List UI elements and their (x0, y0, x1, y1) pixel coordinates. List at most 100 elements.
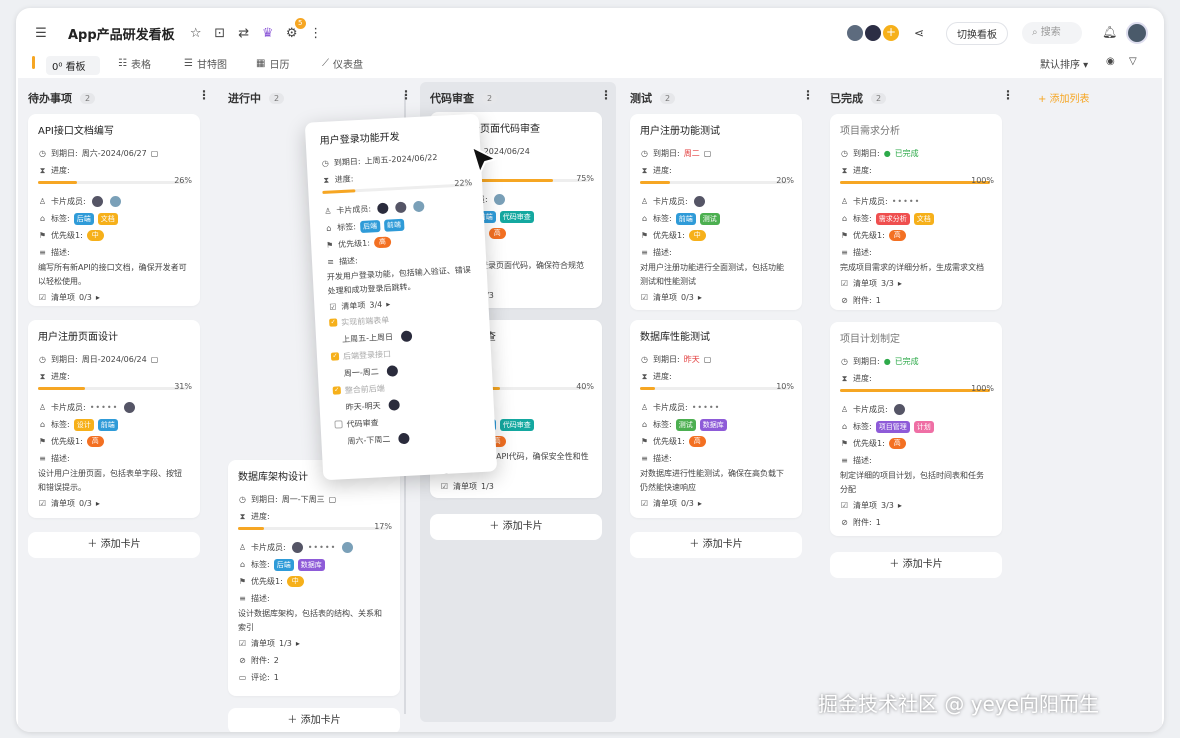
more-vertical-icon[interactable]: ⋮ (307, 24, 325, 42)
member-avatar[interactable] (393, 200, 408, 215)
tab-board[interactable]: 0⁰ 看板 (32, 56, 100, 75)
add-card-button[interactable]: ＋ 添加卡片 (28, 532, 200, 558)
task-card[interactable]: 用户注册功能测试 ◷ 到期日: 周二 ▢ ⧗ 进度: 20% ♙ 卡片成员: ⌂ 标签: 前端… (630, 114, 802, 310)
member-avatar[interactable] (492, 193, 506, 206)
progress-label: 进度: (853, 374, 872, 383)
member-icon: ♙ (840, 197, 849, 206)
column-menu-icon[interactable]: ⋮ (802, 88, 814, 102)
checklist-label: 清单项 (853, 279, 877, 288)
member-avatar[interactable] (123, 401, 137, 414)
progress-label: 进度: (853, 166, 872, 175)
lock-icon[interactable]: ⊡ (211, 24, 229, 42)
tag-badge: 数据库 (699, 418, 727, 431)
search-input[interactable]: ⌕ 搜索 (1022, 22, 1082, 44)
checkbox-checked-icon[interactable]: ✓ (330, 352, 340, 361)
column-menu-icon[interactable]: ⋮ (600, 88, 612, 102)
checkbox-empty-icon[interactable] (334, 420, 343, 429)
add-card-button[interactable]: ＋ 添加卡片 (630, 532, 802, 558)
clock-icon: ◷ (39, 355, 46, 364)
task-card[interactable]: 项目需求分析 ◷ 到期日: ● 已完成 ⧗ 进度: 100% ♙ 卡片成员: ••••• ⌂… (830, 114, 1002, 310)
column-header[interactable]: 待办事项 2 (28, 90, 96, 106)
member-avatar[interactable] (108, 195, 122, 208)
filter-adjust-icon[interactable]: ⇄ (235, 24, 253, 42)
checklist-item-time: 周六-下周二 (347, 434, 391, 446)
task-card[interactable]: 数据库性能测试 ◷ 到期日: 昨天 ▢ ⧗ 进度: 10% ♙ 卡片成员: ••••• ⌂ 标… (630, 320, 802, 518)
attach-count: 1 (875, 296, 881, 305)
member-avatar (385, 363, 400, 378)
column-count: 2 (482, 92, 498, 104)
column-count: 2 (660, 92, 676, 104)
hourglass-icon: ⧗ (841, 373, 848, 383)
task-card[interactable]: 数据库架构设计 ◷ 到期日: 周一-下周三 ▢ ⧗ 进度: 17% ♙ 卡片成员: ••••… (228, 460, 400, 696)
checklist-label: 清单项 (453, 482, 477, 491)
column-header[interactable]: 已完成 2 (830, 90, 887, 106)
bell-icon[interactable]: 🔔︎ (1102, 25, 1117, 39)
add-member-icon[interactable]: + (882, 24, 900, 42)
member-avatar[interactable] (692, 195, 706, 208)
tag-badge: 前端 (675, 212, 696, 225)
tab-gantt[interactable]: ☰ 甘特图 (184, 56, 227, 71)
checkbox-checked-icon[interactable]: ✓ (332, 386, 342, 395)
tag-badge: 文档 (913, 212, 934, 225)
add-card-button[interactable]: ＋ 添加卡片 (228, 708, 400, 732)
column-header[interactable]: 测试 2 (630, 90, 676, 106)
member-avatar[interactable] (411, 199, 426, 214)
column-header[interactable]: 进行中 2 (228, 90, 285, 106)
tag-badge: 设计 (73, 418, 94, 431)
tags-label: 标签: (653, 214, 672, 223)
checklist-count: 0/3 (79, 293, 92, 302)
menu-icon[interactable]: ☰ (32, 24, 50, 42)
attachment-icon: ⊘ (841, 518, 848, 527)
add-list-button[interactable]: + 添加列表 (1038, 90, 1090, 105)
check-circle-icon: ● (883, 149, 891, 158)
desc-label: 描述: (51, 454, 70, 463)
add-card-button[interactable]: ＋ 添加卡片 (430, 514, 602, 540)
column-menu-icon[interactable]: ⋮ (198, 88, 210, 102)
member-avatar[interactable] (341, 541, 355, 554)
column-title: 代码审查 (430, 92, 474, 105)
checklist-icon: ☑ (329, 302, 337, 312)
tab-table[interactable]: ☷ 表格 (118, 56, 151, 71)
desc-label: 描述: (853, 248, 872, 257)
card-description: 对数据库进行性能测试，确保在高负载下仍然能快速响应 (640, 469, 784, 492)
member-avatar[interactable] (892, 403, 906, 416)
member-avatar[interactable] (290, 541, 304, 554)
tab-label: 仪表盘 (333, 60, 363, 71)
checklist-count: 1/3 (481, 482, 494, 491)
sort-dropdown[interactable]: 默认排序 ▾ (1040, 56, 1088, 71)
member-icon: ♙ (640, 403, 649, 412)
column-menu-icon[interactable]: ⋮ (1002, 88, 1014, 102)
robot-icon[interactable]: ⚙ 5 (283, 18, 306, 42)
progress-percent: 40% (576, 382, 594, 391)
task-card[interactable]: 用户注册页面设计 ◷ 到期日: 周日-2024/06/24 ▢ ⧗ 进度: 31% ♙ 卡… (28, 320, 200, 518)
card-description: 编写所有新API的接口文档，确保开发者可以轻松使用。 (38, 263, 187, 286)
trophy-icon[interactable]: ♛ (259, 24, 277, 42)
switch-board-button[interactable]: 切换看板 (946, 22, 1008, 45)
member-avatar[interactable] (90, 195, 104, 208)
priority-badge: 中 (688, 230, 706, 241)
attach-label: 附件: (853, 518, 872, 527)
more-dots: ••••• (307, 543, 337, 552)
calendar-icon: ▢ (150, 149, 159, 158)
priority-label: 优先级1: (653, 231, 685, 240)
caret-icon: ▸ (897, 501, 902, 510)
tab-dashboard[interactable]: ⟋ 仪表盘 (322, 56, 363, 71)
task-card[interactable]: 项目计划制定 ◷ 到期日: ● 已完成 ⧗ 进度: 100% ♙ 卡片成员: ⌂ 标签: 项目… (830, 322, 1002, 536)
column-menu-icon[interactable]: ⋮ (400, 88, 412, 102)
eye-icon[interactable]: ◉ (1106, 56, 1115, 67)
star-icon[interactable]: ☆ (187, 24, 205, 42)
filter-icon[interactable]: ▽ (1129, 56, 1137, 67)
priority-badge: 高 (86, 436, 104, 447)
user-avatar[interactable] (1126, 22, 1148, 44)
member-avatar[interactable] (375, 201, 390, 216)
members-label: 卡片成员: (251, 543, 286, 552)
clock-icon: ◷ (39, 149, 46, 158)
task-card[interactable]: API接口文档编写 ◷ 到期日: 周六-2024/06/27 ▢ ⧗ 进度: 26% ♙… (28, 114, 200, 306)
member-avatars[interactable]: + (846, 24, 900, 42)
checkbox-checked-icon[interactable]: ✓ (329, 318, 338, 327)
column-header[interactable]: 代码审查 2 (430, 90, 498, 106)
add-card-button[interactable]: ＋ 添加卡片 (830, 552, 1002, 578)
member-icon: ♙ (640, 197, 649, 206)
share-icon[interactable]: ⋖ (914, 26, 924, 40)
tab-calendar[interactable]: ▦ 日历 (256, 56, 289, 71)
